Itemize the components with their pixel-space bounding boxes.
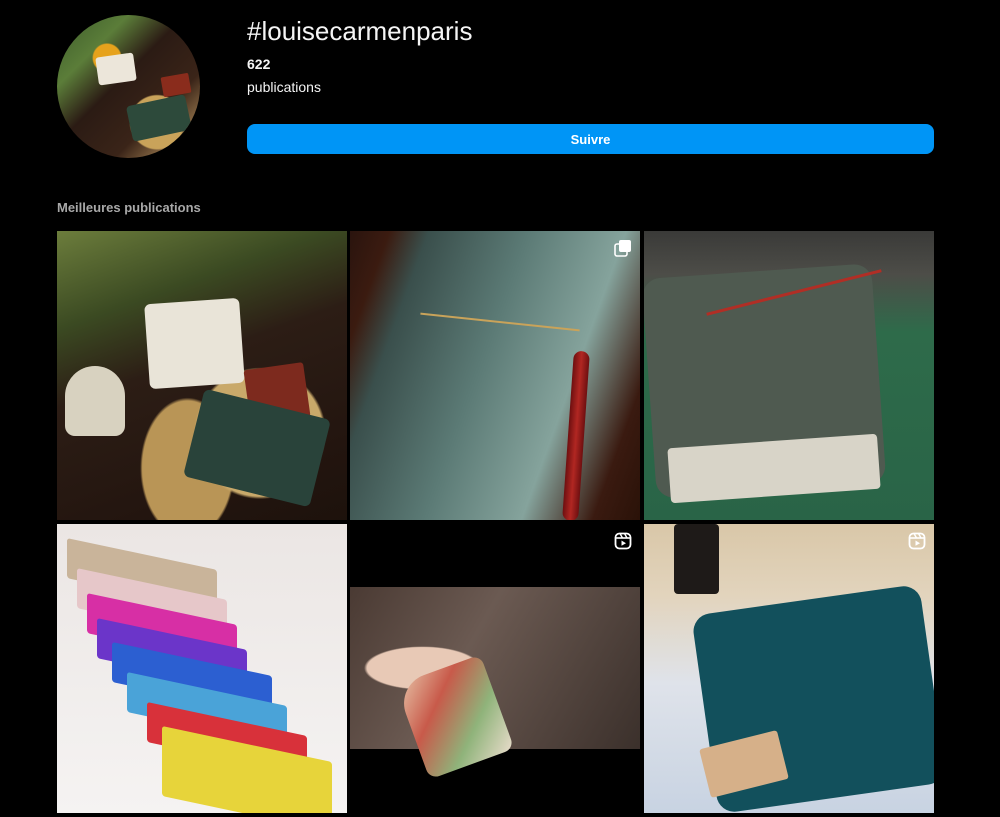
reel-icon bbox=[614, 532, 632, 550]
post-thumbnail-6[interactable] bbox=[644, 524, 934, 813]
post-count: 622 bbox=[247, 56, 271, 72]
top-posts-title: Meilleures publications bbox=[57, 200, 201, 215]
hashtag-avatar bbox=[57, 15, 200, 158]
post-thumbnail-2[interactable] bbox=[350, 231, 640, 520]
post-count-label: publications bbox=[247, 79, 321, 95]
posts-grid bbox=[57, 231, 934, 814]
post-thumbnail-3[interactable] bbox=[644, 231, 934, 520]
hashtag-page: #louisecarmenparis 622 publications Suiv… bbox=[0, 0, 1000, 817]
post-thumbnail-5[interactable] bbox=[350, 524, 640, 813]
post-thumbnail-1[interactable] bbox=[57, 231, 347, 520]
hashtag-title: #louisecarmenparis bbox=[247, 16, 473, 46]
reel-icon bbox=[908, 532, 926, 550]
follow-button[interactable]: Suivre bbox=[247, 124, 934, 154]
post-thumbnail-4[interactable] bbox=[57, 524, 347, 813]
carousel-icon bbox=[614, 240, 631, 257]
